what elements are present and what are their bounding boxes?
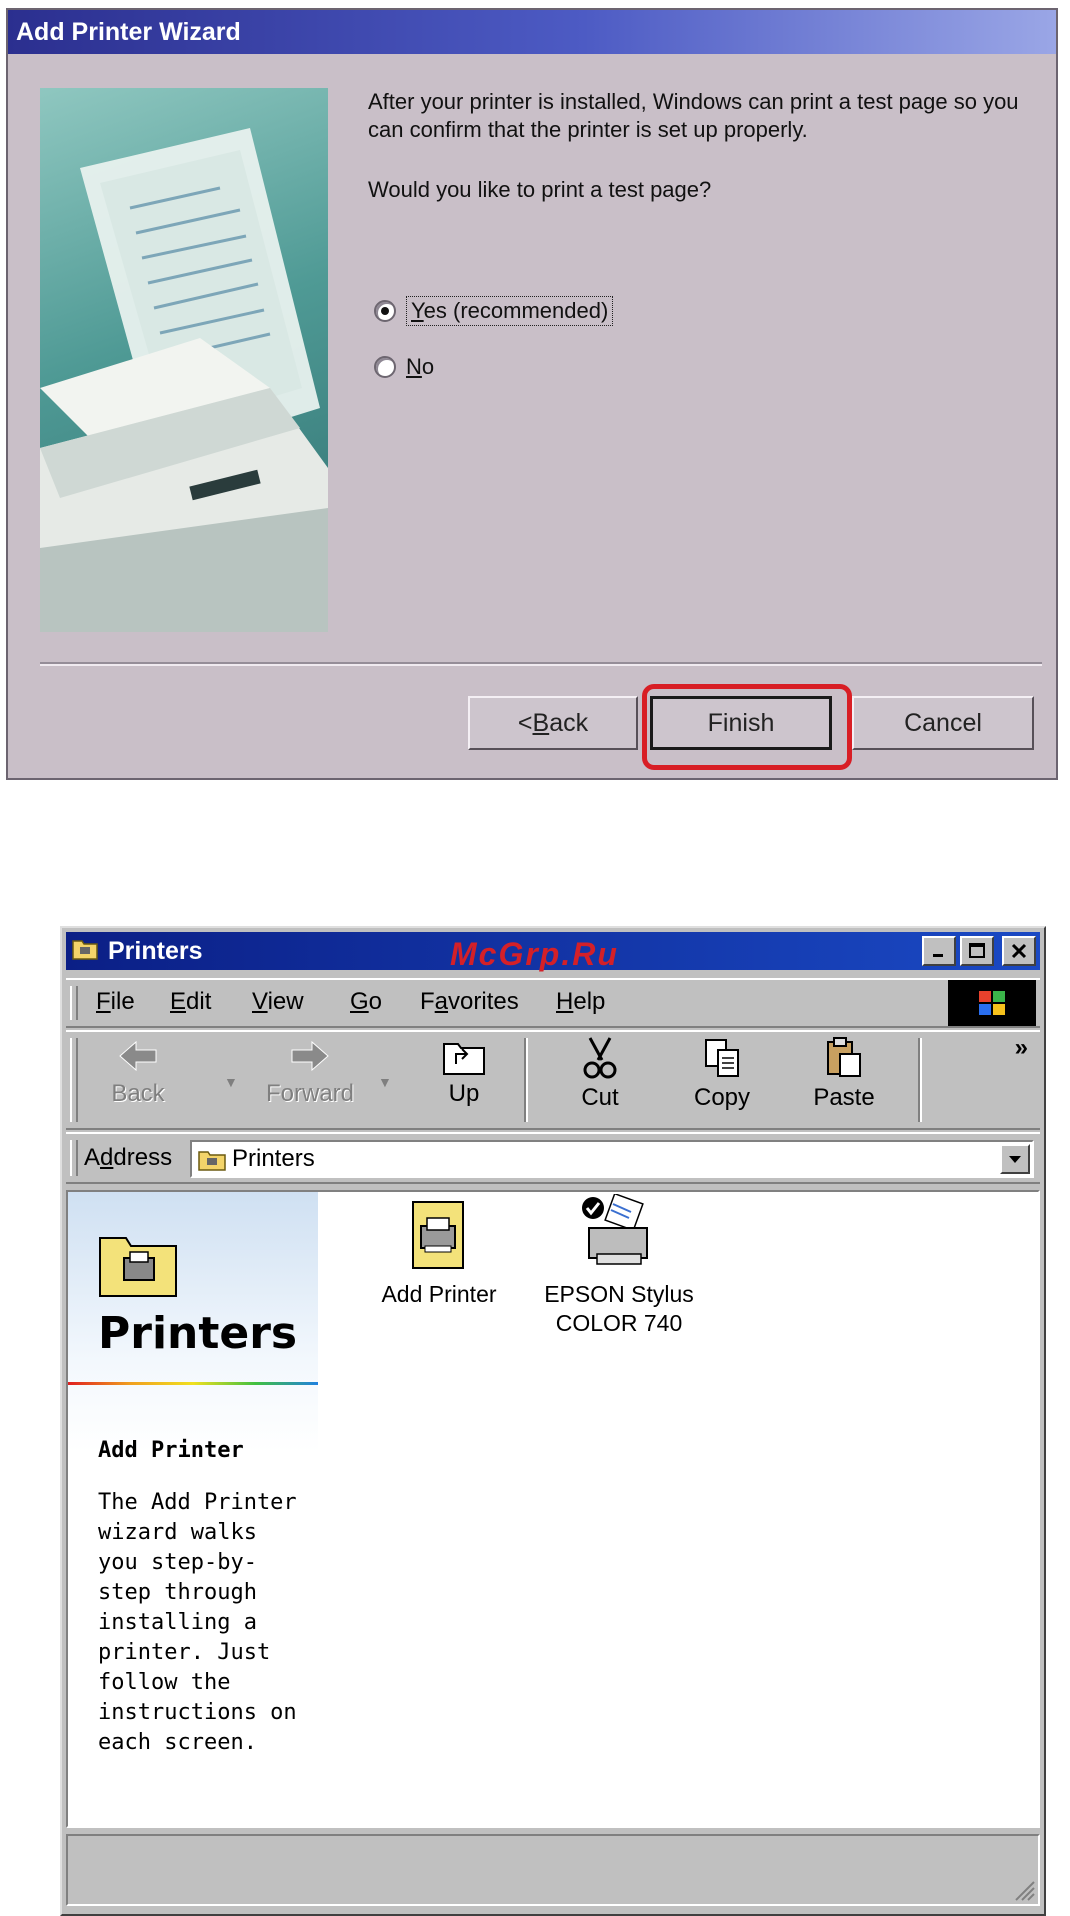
menu-go[interactable]: Go <box>350 988 382 1016</box>
wizard-printer-illustration <box>40 88 328 632</box>
radio-no[interactable]: No <box>374 354 434 380</box>
explorer-title-text: Printers <box>108 936 203 965</box>
toolbar-separator <box>524 1038 528 1122</box>
forward-dropdown-icon[interactable]: ▼ <box>378 1074 392 1090</box>
back-toolbar-button[interactable]: Back <box>88 1036 188 1126</box>
forward-toolbar-button[interactable]: Forward <box>252 1036 368 1126</box>
cancel-button[interactable]: Cancel <box>852 696 1034 750</box>
minimize-icon <box>933 954 943 957</box>
side-panel-divider <box>68 1382 318 1385</box>
menu-file[interactable]: File <box>96 988 135 1016</box>
printers-large-folder-icon <box>99 1237 177 1297</box>
radio-yes-label: Yes (recommended) <box>406 296 614 326</box>
address-bar: Address Printers <box>66 1132 1040 1184</box>
side-panel-heading: Add Printer <box>98 1438 244 1463</box>
close-button[interactable] <box>1002 936 1036 966</box>
printers-folder-icon <box>72 936 98 967</box>
close-icon <box>1011 943 1027 959</box>
radio-yes-recommended[interactable]: Yes (recommended) <box>374 296 614 326</box>
printers-explorer-window: Printers McGrp.Ru File Edit View Go Favo… <box>60 926 1046 1916</box>
side-panel-description: The Add Printer wizard walks you step-by… <box>98 1490 297 1755</box>
web-view-side-panel: Printers Add Printer The Add Printer wiz… <box>68 1192 318 1826</box>
radio-button-unselected[interactable] <box>374 356 396 378</box>
wizard-title-bar: Add Printer Wizard <box>8 10 1056 54</box>
status-bar <box>66 1834 1040 1906</box>
scissors-icon <box>583 1037 617 1079</box>
menu-bar-grip[interactable] <box>70 986 78 1020</box>
add-printer-label: Add Printer <box>381 1281 497 1307</box>
cut-toolbar-button[interactable]: Cut <box>550 1036 650 1126</box>
chevron-down-icon <box>1009 1156 1021 1163</box>
address-value: Printers <box>232 1145 315 1172</box>
copy-icon <box>705 1039 739 1077</box>
menu-help[interactable]: Help <box>556 988 605 1016</box>
resize-grip-icon[interactable] <box>1012 1878 1036 1902</box>
add-printer-wizard-dialog: Add Printer Wizard After your printer is… <box>6 8 1058 780</box>
radio-no-label: No <box>406 354 435 379</box>
menu-edit[interactable]: Edit <box>170 988 211 1016</box>
back-button[interactable]: < Back <box>468 696 638 750</box>
wizard-body-text: After your printer is installed, Windows… <box>368 88 1048 236</box>
back-dropdown-icon[interactable]: ▼ <box>224 1074 238 1090</box>
back-arrow-icon <box>119 1040 157 1072</box>
add-printer-item[interactable]: Add Printer <box>374 1198 504 1309</box>
address-dropdown-button[interactable] <box>1000 1144 1030 1174</box>
maximize-button[interactable] <box>960 936 994 966</box>
folder-content-pane: Printers Add Printer The Add Printer wiz… <box>66 1190 1040 1828</box>
toolbar-grip[interactable] <box>70 1038 78 1122</box>
up-toolbar-button[interactable]: Up <box>414 1036 514 1126</box>
default-printer-icon <box>582 1194 648 1265</box>
address-input[interactable]: Printers <box>190 1140 1034 1178</box>
toolbar-more-chevron[interactable]: » <box>1015 1034 1028 1062</box>
epson-printer-item[interactable]: EPSON Stylus COLOR 740 <box>534 1194 704 1338</box>
address-label: Address <box>84 1144 173 1171</box>
menu-favorites[interactable]: Favorites <box>420 988 519 1016</box>
up-folder-icon <box>443 1043 485 1075</box>
standard-toolbar: Back ▼ Forward ▼ Up Cut Copy Paste » <box>66 1030 1040 1130</box>
address-bar-grip[interactable] <box>70 1140 78 1176</box>
watermark-text: McGrp.Ru <box>450 936 619 972</box>
add-printer-icon <box>412 1201 464 1269</box>
paste-clipboard-icon <box>827 1037 861 1077</box>
radio-button-selected[interactable] <box>374 300 396 322</box>
paste-toolbar-button[interactable]: Paste <box>794 1036 894 1126</box>
forward-arrow-icon <box>291 1040 329 1072</box>
explorer-title-bar[interactable]: Printers McGrp.Ru <box>66 932 1040 972</box>
wizard-info-text: After your printer is installed, Windows… <box>368 89 1019 142</box>
windows-logo-icon <box>948 980 1036 1026</box>
wizard-separator <box>40 662 1042 666</box>
menu-bar: File Edit View Go Favorites Help <box>66 978 1040 1028</box>
wizard-question: Would you like to print a test page? <box>368 177 712 202</box>
maximize-icon <box>969 943 985 958</box>
address-printers-folder-icon <box>198 1151 226 1171</box>
toolbar-separator-end <box>918 1038 922 1122</box>
copy-toolbar-button[interactable]: Copy <box>672 1036 772 1126</box>
side-panel-title: Printers <box>98 1308 298 1359</box>
epson-printer-label: EPSON Stylus COLOR 740 <box>544 1281 694 1336</box>
minimize-button[interactable] <box>922 936 956 966</box>
menu-view[interactable]: View <box>252 988 304 1016</box>
finish-highlight-annotation <box>642 684 852 770</box>
